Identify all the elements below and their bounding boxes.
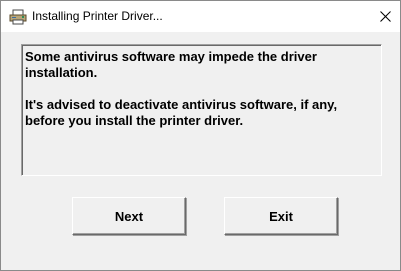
installer-dialog: Installing Printer Driver... Some antivi… [0, 0, 401, 271]
message-line-3: It's advised to deactivate antivirus sof… [25, 97, 338, 112]
close-icon [379, 11, 391, 22]
window-title: Installing Printer Driver... [32, 9, 163, 23]
message-panel: Some antivirus software may impede the d… [21, 44, 382, 176]
message-line-1: Some antivirus software may impede the d… [25, 49, 317, 64]
next-button[interactable]: Next [72, 197, 186, 235]
message-line-2: installation. [25, 65, 98, 80]
printer-icon [9, 9, 27, 25]
exit-button[interactable]: Exit [224, 197, 338, 235]
close-button[interactable] [370, 1, 400, 32]
title-bar[interactable]: Installing Printer Driver... [1, 1, 400, 32]
message-line-4: before you install the printer driver. [25, 113, 244, 128]
